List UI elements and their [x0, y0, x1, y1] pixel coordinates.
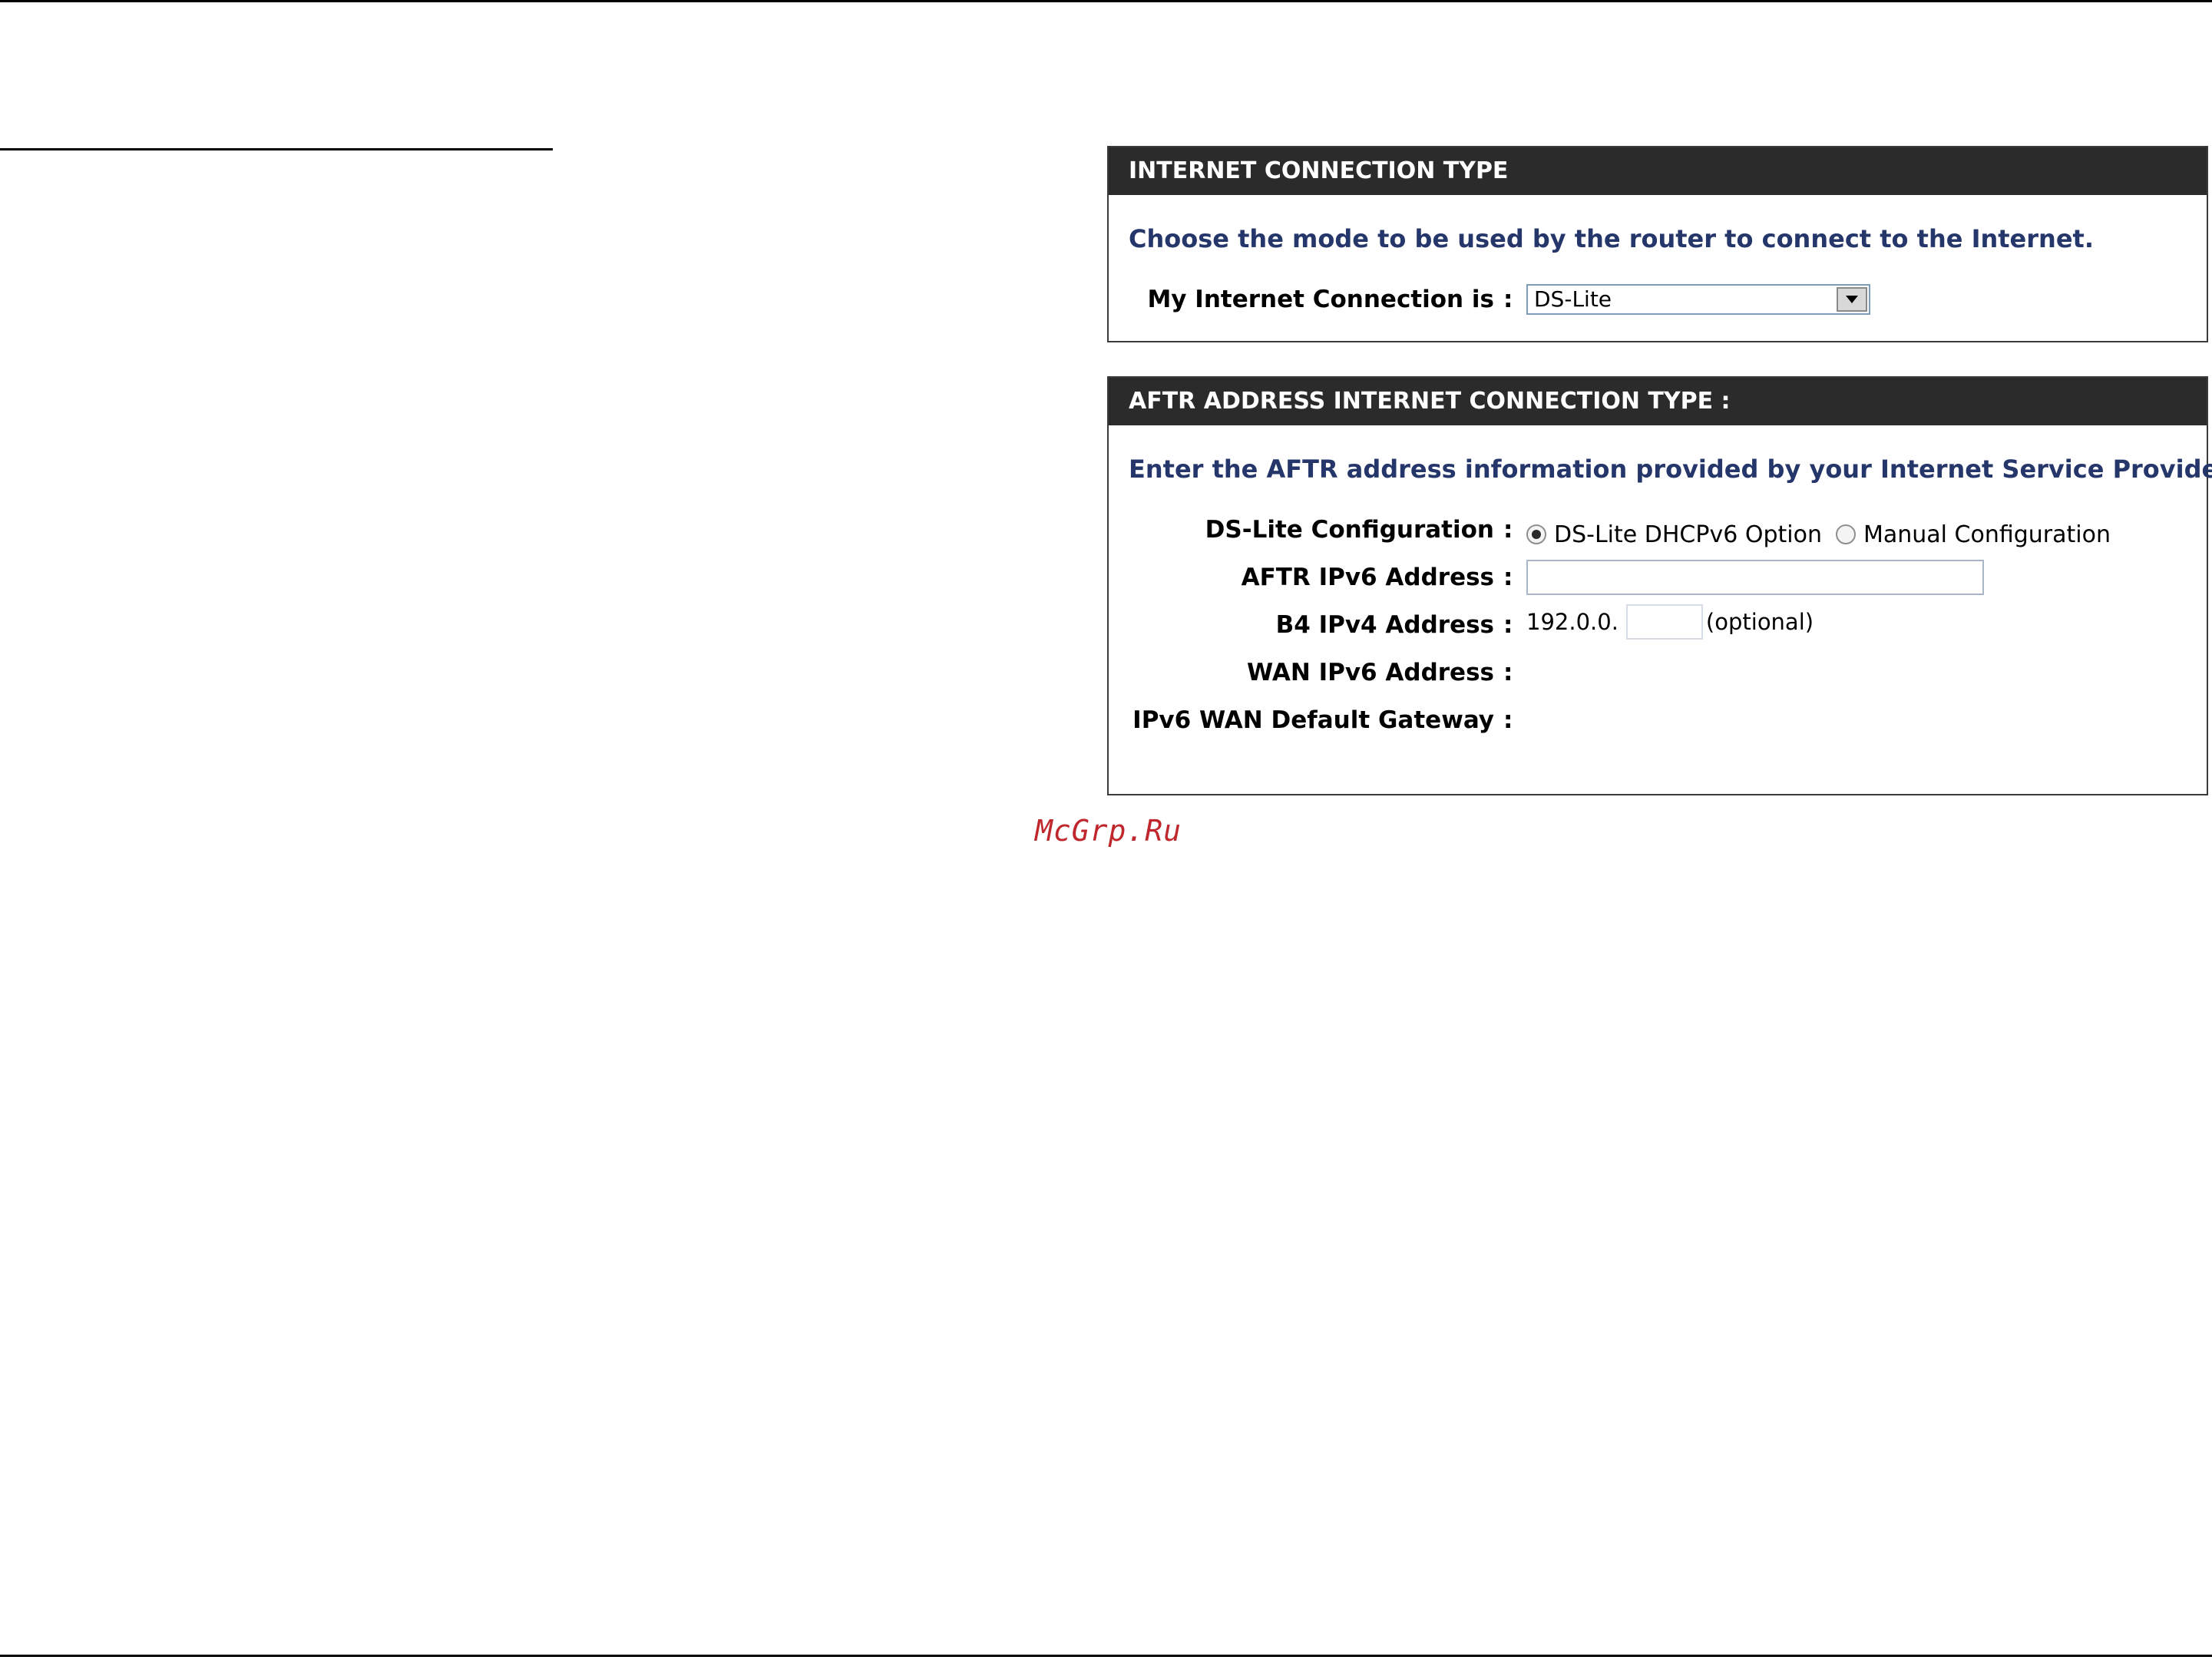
ds-lite-config-label: DS-Lite Configuration	[1205, 516, 1494, 544]
wan-ipv6-row: WAN IPv6 Address :	[1109, 654, 2207, 691]
chevron-down-icon[interactable]	[1837, 287, 1867, 312]
radio-dhcpv6[interactable]	[1526, 524, 1546, 544]
b4-ipv4-row: B4 IPv4 Address : 192.0.0. (optional)	[1109, 604, 2207, 643]
connection-type-select[interactable]: DS-Lite	[1526, 284, 1870, 315]
watermark: McGrp.Ru	[1035, 814, 1182, 848]
radio-manual-label[interactable]: Manual Configuration	[1863, 521, 2111, 548]
b4-ipv4-label: B4 IPv4 Address	[1275, 611, 1494, 639]
bottom-rule	[0, 1655, 2212, 1657]
colon: :	[1503, 516, 1513, 544]
connection-row: My Internet Connection is : DS-Lite	[1109, 281, 2207, 318]
b4-ipv4-input[interactable]	[1625, 604, 1703, 640]
b4-optional-note: (optional)	[1705, 609, 1814, 635]
ds-lite-options: DS-Lite DHCPv6 Option Manual Configurati…	[1526, 516, 2124, 553]
select-value: DS-Lite	[1534, 286, 1612, 312]
gateway-row: IPv6 WAN Default Gateway :	[1109, 702, 2207, 739]
colon: :	[1503, 706, 1513, 734]
connection-value: DS-Lite	[1526, 281, 1870, 318]
radio-dhcpv6-label[interactable]: DS-Lite DHCPv6 Option	[1554, 521, 1822, 548]
internet-connection-type-panel: INTERNET CONNECTION TYPE Choose the mode…	[1107, 146, 2208, 342]
aftr-address-panel: AFTR ADDRESS INTERNET CONNECTION TYPE : …	[1107, 376, 2212, 795]
panel-header: AFTR ADDRESS INTERNET CONNECTION TYPE :	[1109, 378, 2207, 425]
wan-ipv6-label: WAN IPv6 Address	[1247, 659, 1494, 686]
colon: :	[1503, 659, 1513, 686]
aftr-ipv6-input[interactable]	[1526, 560, 1984, 595]
connection-label: My Internet Connection is	[1147, 286, 1494, 313]
panel-intro: Choose the mode to be used by the router…	[1129, 224, 2094, 253]
aftr-ipv6-label: AFTR IPv6 Address	[1241, 564, 1494, 591]
colon: :	[1503, 611, 1513, 639]
gateway-label: IPv6 WAN Default Gateway	[1132, 706, 1494, 734]
radio-manual[interactable]	[1835, 524, 1856, 544]
panel-header: INTERNET CONNECTION TYPE	[1109, 147, 2207, 195]
colon: :	[1503, 564, 1513, 591]
colon: :	[1503, 286, 1513, 313]
top-rule	[0, 0, 2212, 2]
panel-intro: Enter the AFTR address information provi…	[1129, 455, 2212, 484]
section-rule	[0, 148, 553, 150]
b4-prefix: 192.0.0.	[1526, 609, 1618, 635]
b4-ipv4-value: 192.0.0. (optional)	[1526, 603, 1814, 640]
aftr-ipv6-row: AFTR IPv6 Address :	[1109, 559, 2207, 596]
aftr-ipv6-value	[1526, 559, 1984, 596]
ds-lite-config-row: DS-Lite Configuration : DS-Lite DHCPv6 O…	[1109, 511, 2207, 548]
